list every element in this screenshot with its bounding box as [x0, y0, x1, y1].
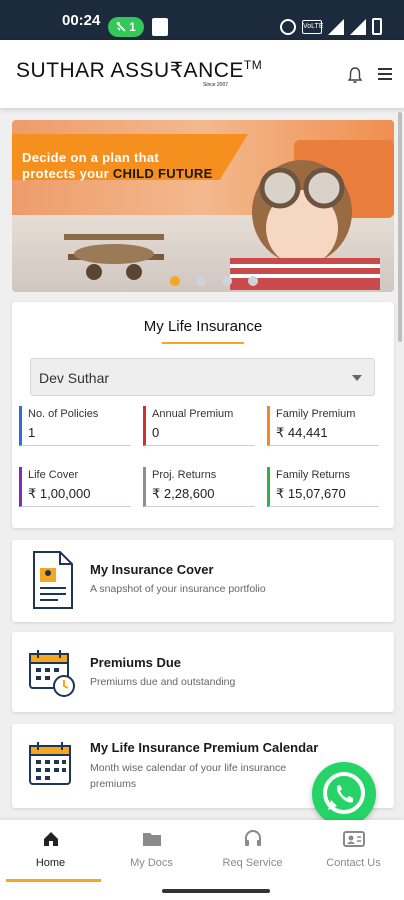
promo-banner[interactable]: Decide on a plan that protects your CHIL…: [12, 120, 394, 292]
status-icons: VoLTE: [280, 18, 382, 35]
folder-icon: [142, 833, 161, 846]
premiums-due-card[interactable]: Premiums Due Premiums due and outstandin…: [12, 632, 394, 712]
since-tagline: Since 2007: [203, 82, 229, 88]
metric-value: 0: [152, 425, 160, 440]
trademark: TM: [243, 58, 263, 72]
life-insurance-card: My Life Insurance Dev Suthar No. of Poli…: [12, 302, 394, 528]
whatsapp-icon: [323, 772, 365, 814]
banner-pagination: [170, 276, 258, 286]
title-underline: [162, 342, 244, 344]
banner-headline-line2: protects your CHILD FUTURE: [22, 166, 213, 181]
my-insurance-cover-card[interactable]: My Insurance Cover A snapshot of your in…: [12, 540, 394, 622]
banner-dot[interactable]: [170, 276, 180, 286]
metric-label: Life Cover: [28, 469, 79, 481]
signal-icon: [328, 18, 344, 35]
bell-icon[interactable]: [347, 66, 363, 84]
nav-label: Req Service: [222, 857, 283, 869]
metric-label: Annual Premium: [152, 408, 234, 420]
metric-value: ₹ 15,07,670: [276, 486, 346, 501]
metric-label: Proj. Returns: [152, 469, 217, 481]
chevron-down-icon: [352, 375, 362, 381]
metric-family-premium: Family Premium ₹ 44,441: [267, 406, 379, 446]
status-time: 00:24: [62, 12, 101, 29]
card-subtitle: Premiums due and outstanding: [90, 676, 236, 688]
bottom-navigation: Home My Docs Req Service Contact Us: [0, 820, 404, 882]
call-count: 1: [129, 20, 136, 34]
document-icon: [33, 551, 73, 609]
status-bar: 00:24 1 VoLTE: [0, 0, 404, 40]
brand-logo: SUTHAR ASSU₹ANCETM: [16, 58, 262, 83]
ongoing-call-indicator[interactable]: 1: [108, 17, 144, 37]
metric-life-cover: Life Cover ₹ 1,00,000: [19, 467, 131, 507]
member-select[interactable]: Dev Suthar: [30, 358, 375, 396]
banner-dot[interactable]: [248, 276, 258, 286]
nav-contact-us[interactable]: Contact Us: [303, 820, 404, 882]
volte-icon: VoLTE: [302, 19, 324, 34]
hamburger-menu-icon[interactable]: [378, 68, 392, 83]
contact-card-icon: [342, 831, 365, 847]
brand-name: SUTHAR ASSU₹ANCE: [16, 59, 244, 82]
selected-member: Dev Suthar: [39, 370, 110, 386]
banner-dot[interactable]: [222, 276, 232, 286]
app-bar: SUTHAR ASSU₹ANCETM Since 2007: [0, 40, 404, 108]
nav-my-docs[interactable]: My Docs: [101, 820, 202, 882]
scrollbar[interactable]: [398, 112, 402, 342]
metric-value: ₹ 44,441: [276, 425, 328, 440]
card-title: My Insurance Cover: [90, 562, 214, 577]
calendar-clock-icon: [29, 650, 75, 697]
home-indicator[interactable]: [162, 889, 270, 893]
metric-label: Family Returns: [276, 469, 350, 481]
card-subtitle: Month wise calendar of your life insuran…: [90, 762, 287, 790]
banner-dot[interactable]: [196, 276, 206, 286]
home-icon: [43, 832, 58, 846]
metric-no-of-policies: No. of Policies 1: [19, 406, 131, 446]
phone-icon: [116, 22, 126, 32]
nav-label: Contact Us: [326, 857, 381, 869]
calendar-icon: [29, 742, 71, 785]
metric-value: 1: [28, 425, 36, 440]
card-title: My Life Insurance Premium Calendar: [90, 740, 319, 755]
whatsapp-button[interactable]: [312, 762, 376, 826]
battery-icon: [372, 18, 382, 35]
metric-value: ₹ 1,00,000: [28, 486, 91, 501]
card-subtitle: A snapshot of your insurance portfolio: [90, 583, 266, 595]
metric-label: Family Premium: [276, 408, 356, 420]
message-icon: [152, 18, 168, 36]
signal-icon-2: [350, 18, 366, 35]
metric-annual-premium: Annual Premium 0: [143, 406, 255, 446]
gesture-bar: [0, 882, 404, 900]
child-pilot-image: [230, 160, 380, 290]
metric-value: ₹ 2,28,600: [152, 486, 215, 501]
metric-label: No. of Policies: [28, 408, 99, 420]
toy-plane-image: [64, 234, 164, 280]
alarm-icon: [280, 18, 296, 35]
nav-req-service[interactable]: Req Service: [202, 820, 303, 882]
banner-headline-line1: Decide on a plan that: [22, 150, 160, 165]
nav-label: Home: [35, 857, 66, 869]
nav-home[interactable]: Home: [0, 820, 101, 882]
section-title: My Life Insurance: [143, 318, 263, 335]
metric-proj-returns: Proj. Returns ₹ 2,28,600: [143, 467, 255, 507]
card-title: Premiums Due: [90, 655, 182, 670]
headset-icon: [244, 830, 261, 846]
metric-family-returns: Family Returns ₹ 15,07,670: [267, 467, 379, 507]
nav-label: My Docs: [130, 857, 173, 869]
